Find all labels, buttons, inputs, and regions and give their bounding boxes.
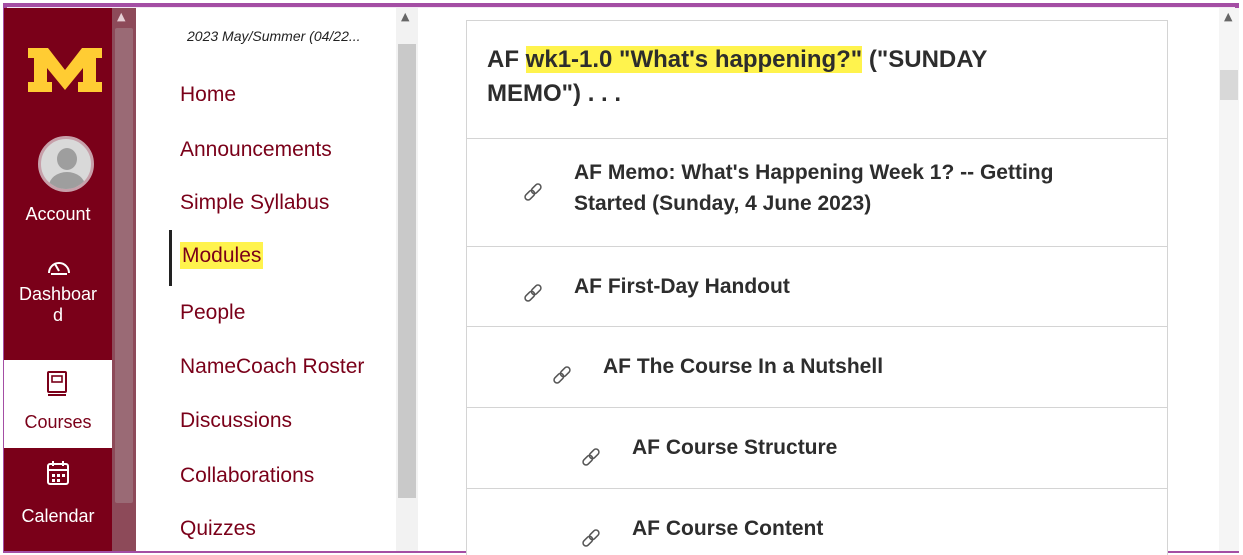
module-item[interactable]: AF Course Structure [467,408,1167,489]
scroll-up-icon[interactable]: ▲ [401,10,409,23]
course-nav-modules-label: Modules [180,242,264,269]
link-icon [553,366,571,384]
page-scrollbar[interactable]: ▲ [1219,8,1239,551]
link-icon [524,183,542,201]
module-item-label[interactable]: AF Memo: What's Happening Week 1? -- Get… [574,157,1094,219]
course-nav-collaborations[interactable]: Collaborations [180,463,314,489]
module-item-label[interactable]: AF Course Structure [632,432,837,463]
scrollbar-thumb[interactable] [1220,70,1238,100]
nav-courses-label: Courses [24,412,92,432]
course-nav-namecoach-roster[interactable]: NameCoach Roster [180,354,364,380]
module-item-label[interactable]: AF Course Content [632,513,823,544]
link-icon [582,448,600,466]
scroll-up-icon[interactable]: ▲ [117,10,125,23]
module-item[interactable]: AF Course Content [467,489,1167,555]
nav-courses[interactable]: Courses [4,360,112,448]
global-navigation: Account Dashboar d Courses Calendar ▲ [4,8,136,551]
course-nav-modules[interactable]: Modules [180,242,264,269]
module-title-highlight: wk1-1.0 "What's happening?" [525,46,863,73]
link-icon [524,284,542,302]
module-item[interactable]: AF Memo: What's Happening Week 1? -- Get… [467,139,1167,247]
module-title: AF wk1-1.0 "What's happening?" ("SUNDAY … [487,43,1087,111]
dashboard-icon[interactable] [46,254,72,280]
nav-dashboard[interactable]: Dashboar d [4,284,112,326]
course-nav-announcements[interactable]: Announcements [180,137,332,163]
course-nav-simple-syllabus[interactable]: Simple Syllabus [180,190,329,216]
active-indicator [169,230,172,286]
course-nav-discussions[interactable]: Discussions [180,408,292,434]
nav-calendar-label[interactable]: Calendar [4,506,112,527]
courses-icon [47,371,67,396]
module-title-prefix: AF [487,46,526,73]
scrollbar-thumb[interactable] [398,44,416,498]
nav-account-label[interactable]: Account [4,204,112,225]
nav-dashboard-label: Dashboar d [18,284,98,325]
course-nav-people[interactable]: People [180,300,245,326]
course-nav-scrollbar[interactable]: ▲ [396,8,418,551]
module-header[interactable]: AF wk1-1.0 "What's happening?" ("SUNDAY … [467,21,1167,139]
module-item[interactable]: AF First-Day Handout [467,247,1167,327]
module-item[interactable]: AF The Course In a Nutshell [467,327,1167,408]
term-label: 2023 May/Summer (04/22... [187,28,361,44]
course-nav-quizzes[interactable]: Quizzes [180,516,256,542]
module-item-label[interactable]: AF First-Day Handout [574,271,790,302]
module-block: AF wk1-1.0 "What's happening?" ("SUNDAY … [466,20,1168,555]
calendar-icon[interactable] [46,460,70,486]
link-icon [582,529,600,547]
scrollbar-thumb[interactable] [115,28,133,503]
university-m-logo[interactable] [26,44,104,94]
course-nav-home[interactable]: Home [180,82,236,108]
module-item-label[interactable]: AF The Course In a Nutshell [603,351,883,382]
scroll-up-icon[interactable]: ▲ [1224,10,1232,23]
global-nav-scrollbar[interactable]: ▲ [112,8,136,551]
account-avatar[interactable] [38,136,94,192]
